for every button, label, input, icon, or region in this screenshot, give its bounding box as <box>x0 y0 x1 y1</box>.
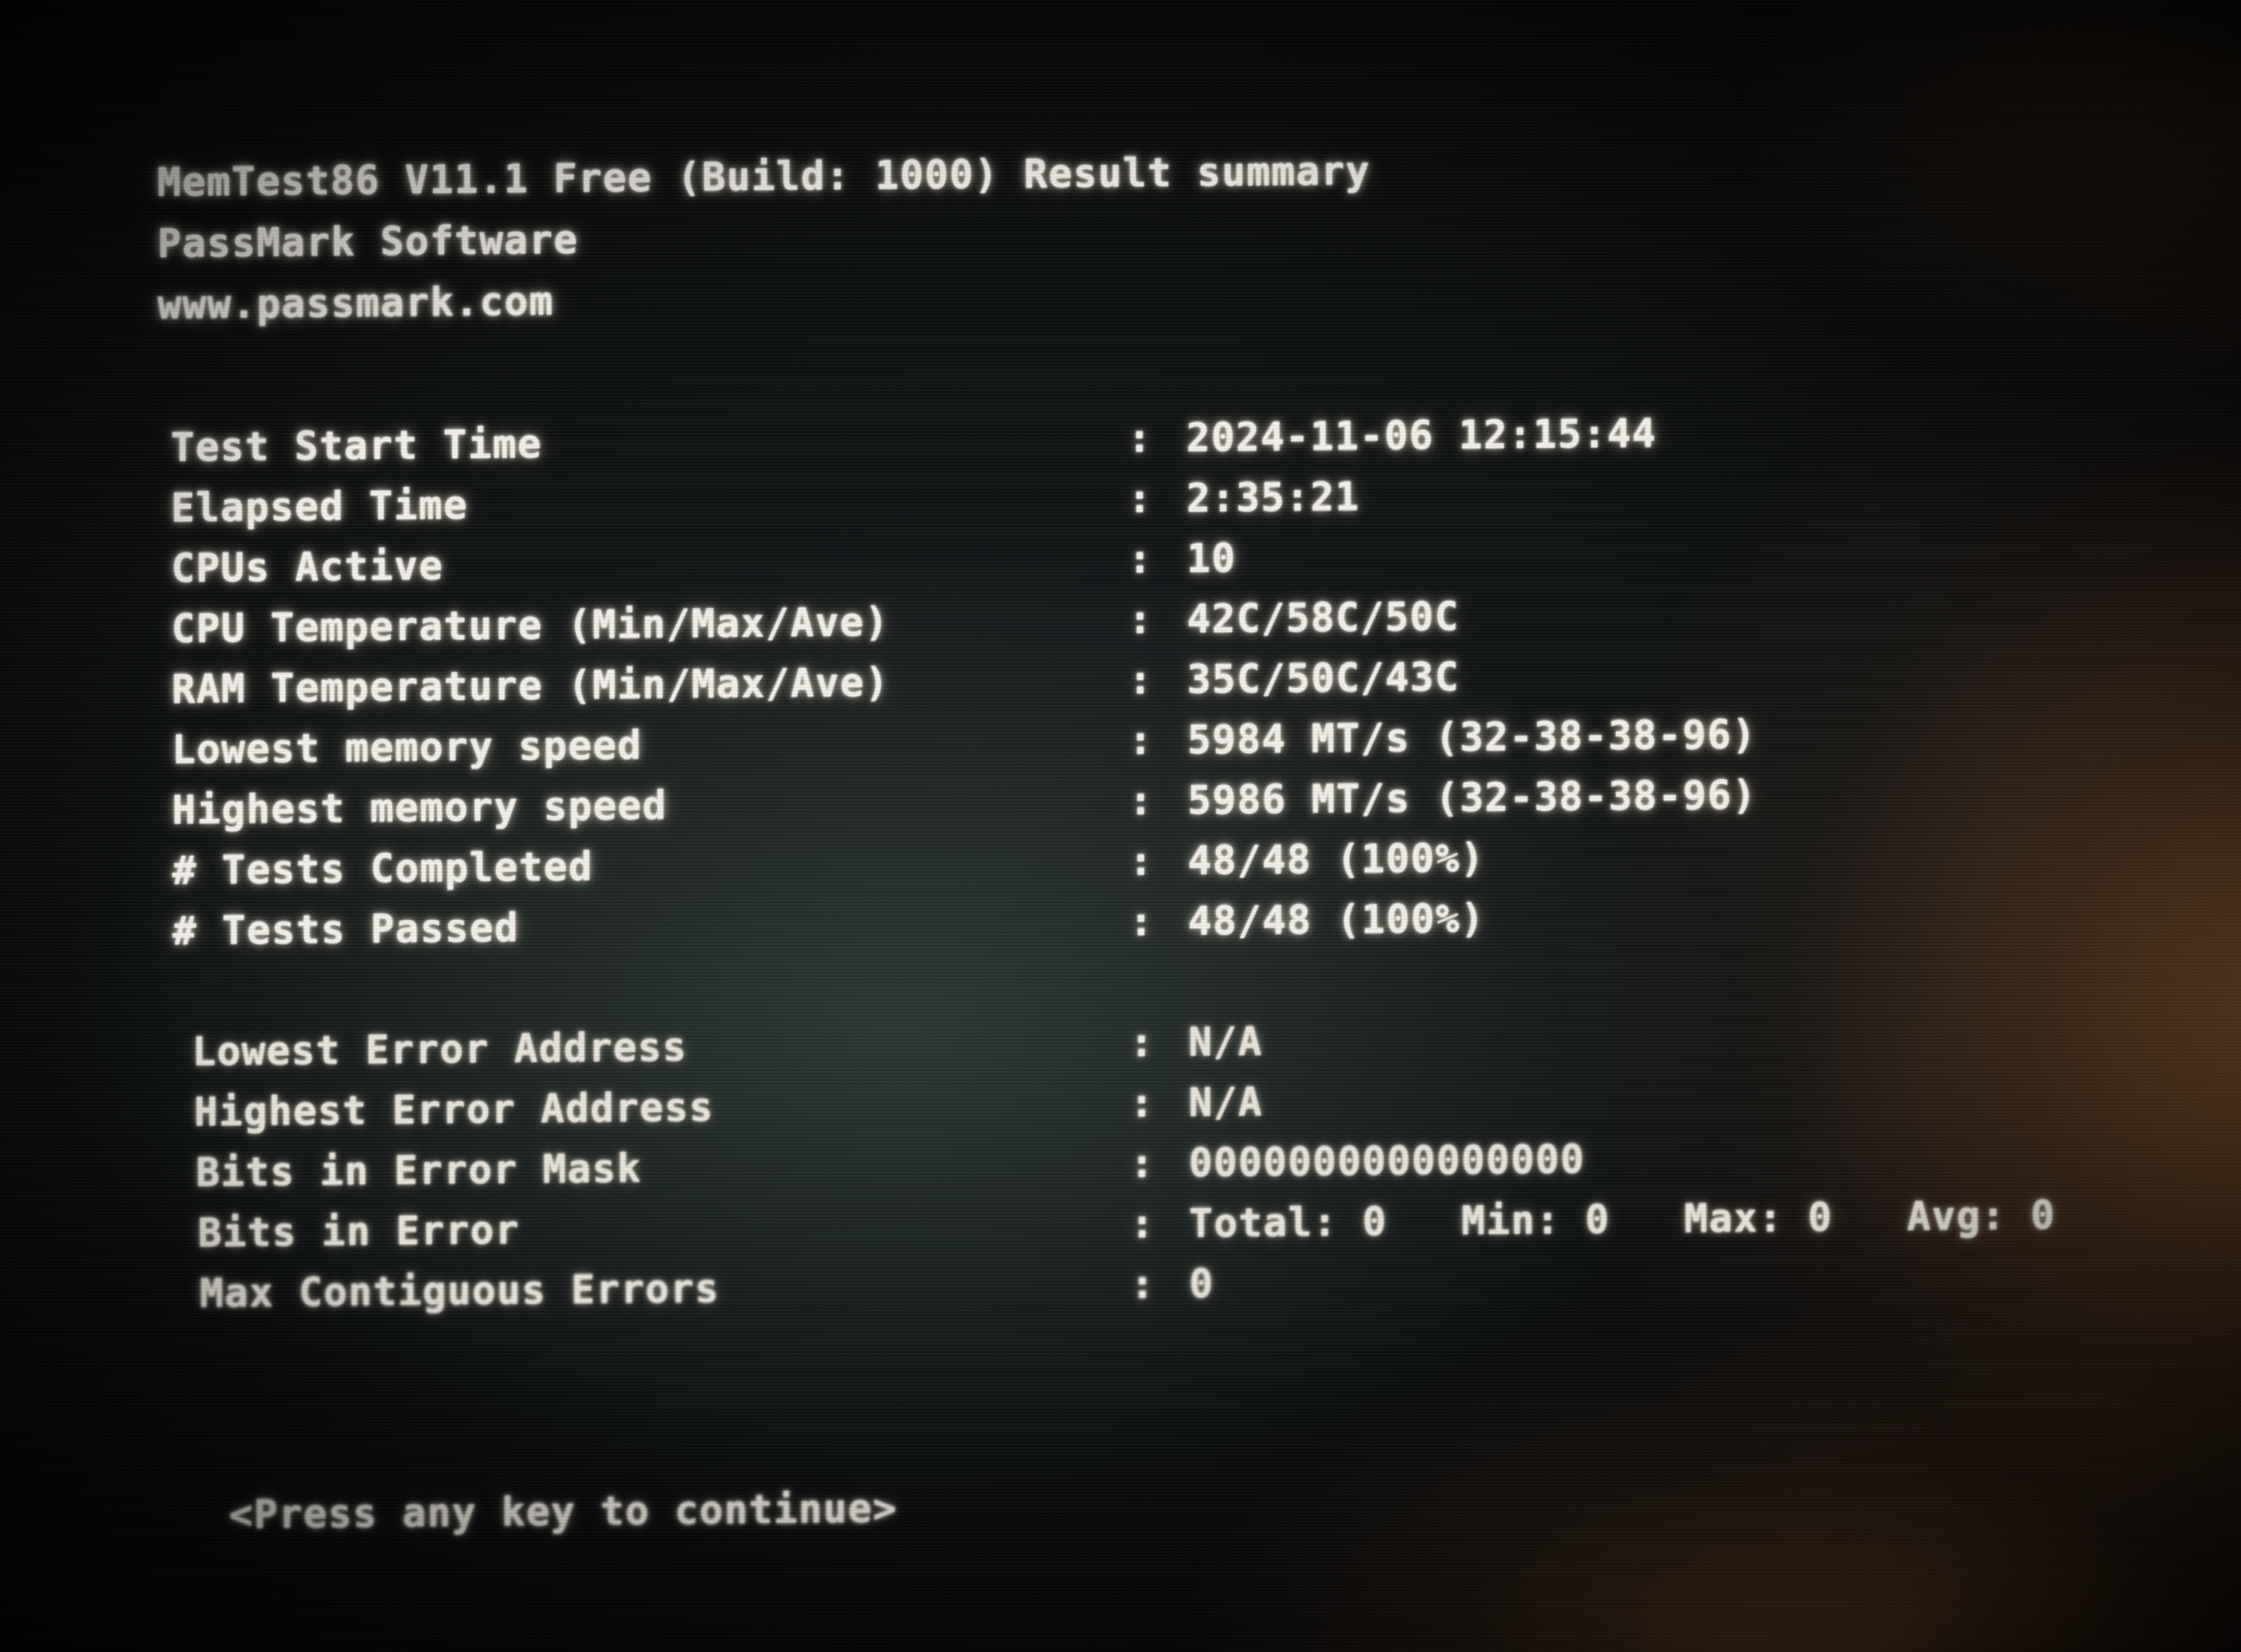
photo-vignette-overlay <box>0 0 2241 1652</box>
memtest86-result-summary-screen: MemTest86 V11.1 Free (Build: 1000) Resul… <box>0 0 2241 1652</box>
